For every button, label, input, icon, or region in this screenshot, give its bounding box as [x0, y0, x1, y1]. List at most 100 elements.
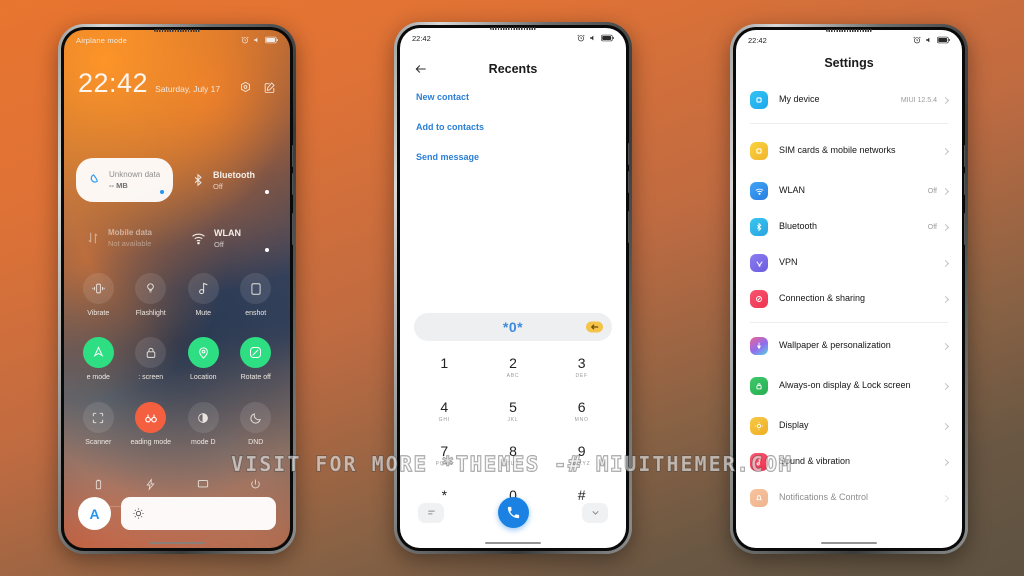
quick-toggle-wlan[interactable]: WLAN Off [181, 216, 278, 260]
key-1[interactable]: 1 [410, 350, 479, 384]
dialer-collapse-button[interactable] [582, 502, 608, 523]
flashlight-icon [147, 283, 155, 293]
phone2-bezel: 22:42 Recents New contact Add to contact… [397, 25, 629, 551]
settings-row-sim-cards[interactable]: SIM cards & mobile networks [736, 129, 962, 173]
volume-up-button-3[interactable] [964, 145, 965, 167]
dialer-menu-button[interactable] [418, 502, 444, 523]
toggle-scanner[interactable]: Scanner [72, 402, 125, 446]
settings-row-vpn[interactable]: VPN [736, 245, 962, 281]
mute-icon [590, 35, 594, 41]
auto-brightness-button[interactable]: A [78, 497, 111, 530]
toggle-airplane-mode[interactable]: e mode [72, 337, 125, 381]
wlan-title: WLAN [214, 227, 241, 238]
toggle-rotate[interactable]: Rotate off [230, 337, 283, 381]
sound-icon [750, 453, 768, 471]
toggle-screenshot[interactable]: enshot [230, 273, 283, 317]
volume-down-button[interactable] [292, 173, 293, 195]
brightness-slider[interactable] [121, 497, 276, 530]
volume-down-button-2[interactable] [628, 171, 629, 193]
toggle-power[interactable] [230, 473, 283, 495]
phone3-status-time: 22:42 [748, 35, 767, 45]
toggle-location[interactable]: Location [177, 337, 230, 381]
key-8[interactable]: 8 TUV [479, 438, 548, 472]
reading-mode-icon-wrap [135, 402, 167, 433]
key-5-letters: JKL [507, 416, 519, 423]
key-6[interactable]: 6 MNO [547, 394, 616, 428]
alarm-icon [241, 36, 249, 44]
screenshot-stage: Airplane mode 22:42 Saturday, July 17 Un… [0, 0, 1024, 576]
volume-up-button-2[interactable] [628, 143, 629, 165]
toggle-dnd[interactable]: DND [230, 402, 283, 446]
key-6-digit: 6 [577, 398, 586, 415]
power-button[interactable] [292, 213, 293, 245]
key-7[interactable]: 7 PQRS [410, 438, 479, 472]
quick-settings-row-3: Scanner eading mode mode D DND [72, 402, 282, 446]
settings-row-sound[interactable]: Sound & vibration [736, 444, 962, 480]
mobile-data-state: Not available [108, 239, 152, 248]
display-icon [750, 417, 768, 435]
lock-icon-wrap [135, 337, 167, 368]
call-button[interactable] [497, 497, 529, 528]
settings-row-wallpaper[interactable]: Wallpaper & personalization [736, 328, 962, 364]
power-button-3[interactable] [964, 213, 965, 245]
link-send-message[interactable]: Send message [416, 152, 610, 162]
toggle-vibrate[interactable]: Vibrate [72, 273, 125, 317]
toggle-location-label: Location [190, 374, 217, 381]
chevron-right-icon [941, 223, 950, 231]
quick-toggle-mobile-data[interactable]: Mobile data Not available [76, 216, 173, 260]
key-8-digit: 8 [509, 442, 517, 459]
link-add-to-contacts[interactable]: Add to contacts [416, 122, 610, 132]
bluetooth-icon [194, 173, 202, 187]
quick-settings-row-1: Vibrate Flashlight Mute enshot [72, 273, 282, 317]
phone3-status-icons [913, 36, 950, 44]
toggle-mute[interactable]: Mute [177, 273, 230, 317]
sim-card-icon [750, 142, 768, 160]
settings-row-display[interactable]: Display [736, 408, 962, 444]
power-button-2[interactable] [628, 211, 629, 243]
settings-label-connection-sharing: Connection & sharing [779, 293, 866, 304]
settings-row-my-device[interactable]: My device MIUI 12.5.4 [736, 82, 962, 118]
toggle-lightning[interactable] [125, 473, 178, 495]
bluetooth-title: Bluetooth [213, 169, 255, 180]
key-4[interactable]: 4 GHI [410, 394, 479, 428]
toggle-dark-mode[interactable]: mode D [177, 402, 230, 446]
settings-label-lock-screen: Always-on display & Lock screen [779, 380, 911, 391]
water-drop-icon [90, 173, 98, 183]
edit-icon[interactable] [263, 81, 276, 94]
link-new-contact[interactable]: New contact [416, 92, 610, 102]
settings-row-bluetooth[interactable]: Bluetooth Off [736, 209, 962, 245]
settings-row-wlan[interactable]: WLAN Off [736, 173, 962, 209]
scanner-icon-wrap [82, 402, 114, 433]
toggle-lock-screen[interactable]: : screen [125, 337, 178, 381]
toggle-reading-mode[interactable]: eading mode [125, 402, 178, 446]
chevron-right-icon [941, 147, 950, 155]
key-2[interactable]: 2 ABC [479, 350, 548, 384]
phone2-status-bar: 22:42 [400, 28, 626, 48]
key-9[interactable]: 9 WXYZ [547, 438, 616, 472]
toggle-dark-mode-label: mode D [190, 439, 216, 446]
settings-list: My device MIUI 12.5.4 SIM cards & mobile… [736, 82, 962, 548]
volume-up-button[interactable] [292, 145, 293, 167]
toggle-battery-saver[interactable] [72, 473, 125, 495]
toggle-flashlight[interactable]: Flashlight [125, 273, 178, 317]
settings-row-notifications[interactable]: Notifications & Control [736, 480, 962, 516]
wlan-indicator-dot [265, 248, 269, 252]
settings-row-lock-screen[interactable]: Always-on display & Lock screen [736, 364, 962, 408]
battery-saver-icon [95, 479, 101, 489]
key-5[interactable]: 5 JKL [479, 394, 548, 428]
toggle-vibrate-label: Vibrate [87, 310, 110, 317]
settings-gear-icon[interactable] [239, 81, 252, 94]
quick-toggle-bluetooth[interactable]: Bluetooth Off [181, 158, 278, 202]
phone3-bezel: 22:42 Settings My device MIUI 12.5.4 SIM… [733, 27, 965, 551]
chevron-right-icon [941, 187, 950, 195]
dialer-number-field[interactable]: *0* [414, 313, 612, 341]
key-3[interactable]: 3 DEF [547, 350, 616, 384]
volume-down-button-3[interactable] [964, 173, 965, 195]
toggle-mute-label: Mute [195, 310, 212, 317]
toggle-cast[interactable] [177, 473, 230, 495]
backspace-icon[interactable] [586, 321, 603, 333]
quick-toggle-data-usage[interactable]: Unknown data -- MB [76, 158, 173, 202]
dnd-icon-wrap [240, 402, 272, 433]
phone-device-settings: 22:42 Settings My device MIUI 12.5.4 SIM… [730, 24, 968, 554]
settings-row-connection-sharing[interactable]: Connection & sharing [736, 281, 962, 317]
